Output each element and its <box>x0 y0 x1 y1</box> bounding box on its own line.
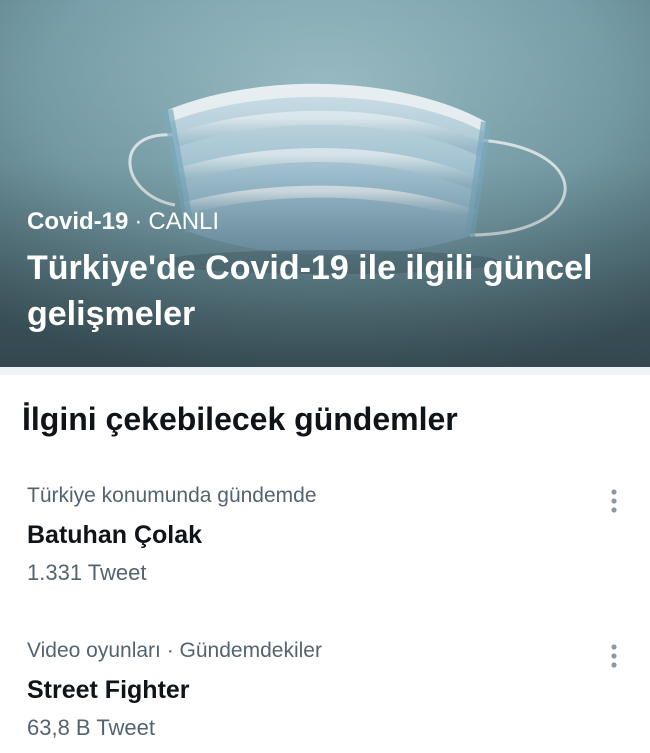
trend-name[interactable]: Street Fighter <box>27 673 190 707</box>
explore-page: Covid-19 · CANLI Türkiye'de Covid-19 ile i… <box>0 0 650 753</box>
more-options-button[interactable] <box>597 484 631 518</box>
trend-context: Türkiye konumunda gündemde <box>27 484 317 507</box>
covid-hero-card[interactable]: Covid-19 · CANLI Türkiye'de Covid-19 ile i… <box>0 0 650 367</box>
trend-context: Video oyunları · Gündemdekiler <box>27 639 322 662</box>
section-divider <box>0 367 650 375</box>
hero-meta: Covid-19 · CANLI <box>27 207 219 237</box>
trend-tweet-count: 63,8 B Tweet <box>27 715 156 740</box>
trend-tweet-count: 1.331 Tweet <box>27 560 147 585</box>
more-vertical-icon <box>610 488 618 514</box>
section-title: İlgini çekebilecek gündemler <box>22 401 458 437</box>
hero-separator: · <box>134 208 143 235</box>
trend-item[interactable]: Video oyunları · Gündemdekiler Street Fi… <box>0 625 650 753</box>
more-options-button[interactable] <box>597 639 631 673</box>
hero-title[interactable]: Türkiye'de Covid-19 ile ilgili güncel ge… <box>27 245 627 337</box>
hero-topic: Covid-19 <box>27 208 129 235</box>
trend-name[interactable]: Batuhan Çolak <box>27 518 202 552</box>
trend-item[interactable]: Türkiye konumunda gündemde Batuhan Çolak… <box>0 470 650 600</box>
more-vertical-icon <box>610 643 618 669</box>
hero-live-status: CANLI <box>148 208 220 235</box>
